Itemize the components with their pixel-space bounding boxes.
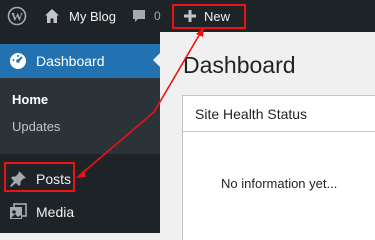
comments-link[interactable]: 0 bbox=[131, 0, 161, 32]
home-icon bbox=[45, 9, 59, 23]
media-icon bbox=[10, 203, 27, 219]
highlight-box-new bbox=[172, 4, 246, 29]
gauge-icon bbox=[10, 53, 26, 69]
sidebar-item-label: Dashboard bbox=[36, 53, 105, 69]
widget-title: Site Health Status bbox=[195, 105, 308, 122]
highlight-box-posts bbox=[4, 162, 75, 192]
submenu-item-updates[interactable]: Updates bbox=[12, 119, 60, 134]
site-health-widget: Site Health Status No information yet... bbox=[182, 95, 375, 240]
widget-header[interactable]: Site Health Status bbox=[183, 96, 375, 132]
svg-text:W: W bbox=[11, 10, 23, 24]
widget-message: No information yet... bbox=[221, 176, 338, 191]
sidebar-item-media[interactable]: Media bbox=[0, 195, 160, 229]
admin-sidebar: Dashboard Home Updates Posts Media bbox=[0, 32, 161, 233]
site-name-link[interactable]: My Blog bbox=[44, 0, 116, 32]
submenu-item-home[interactable]: Home bbox=[12, 92, 48, 107]
page-title: Dashboard bbox=[183, 52, 296, 78]
comment-bubble-icon bbox=[133, 10, 145, 22]
wordpress-logo-icon: W bbox=[7, 6, 27, 26]
sidebar-item-dashboard[interactable]: Dashboard bbox=[0, 44, 160, 78]
site-name-label: My Blog bbox=[69, 8, 116, 24]
dashboard-submenu: Home Updates bbox=[0, 78, 160, 154]
current-menu-pointer bbox=[153, 52, 161, 68]
wordpress-logo-button[interactable]: W bbox=[6, 0, 28, 32]
comments-count: 0 bbox=[154, 9, 161, 23]
widget-body: No information yet... bbox=[183, 176, 375, 191]
sidebar-item-label: Media bbox=[36, 204, 75, 220]
